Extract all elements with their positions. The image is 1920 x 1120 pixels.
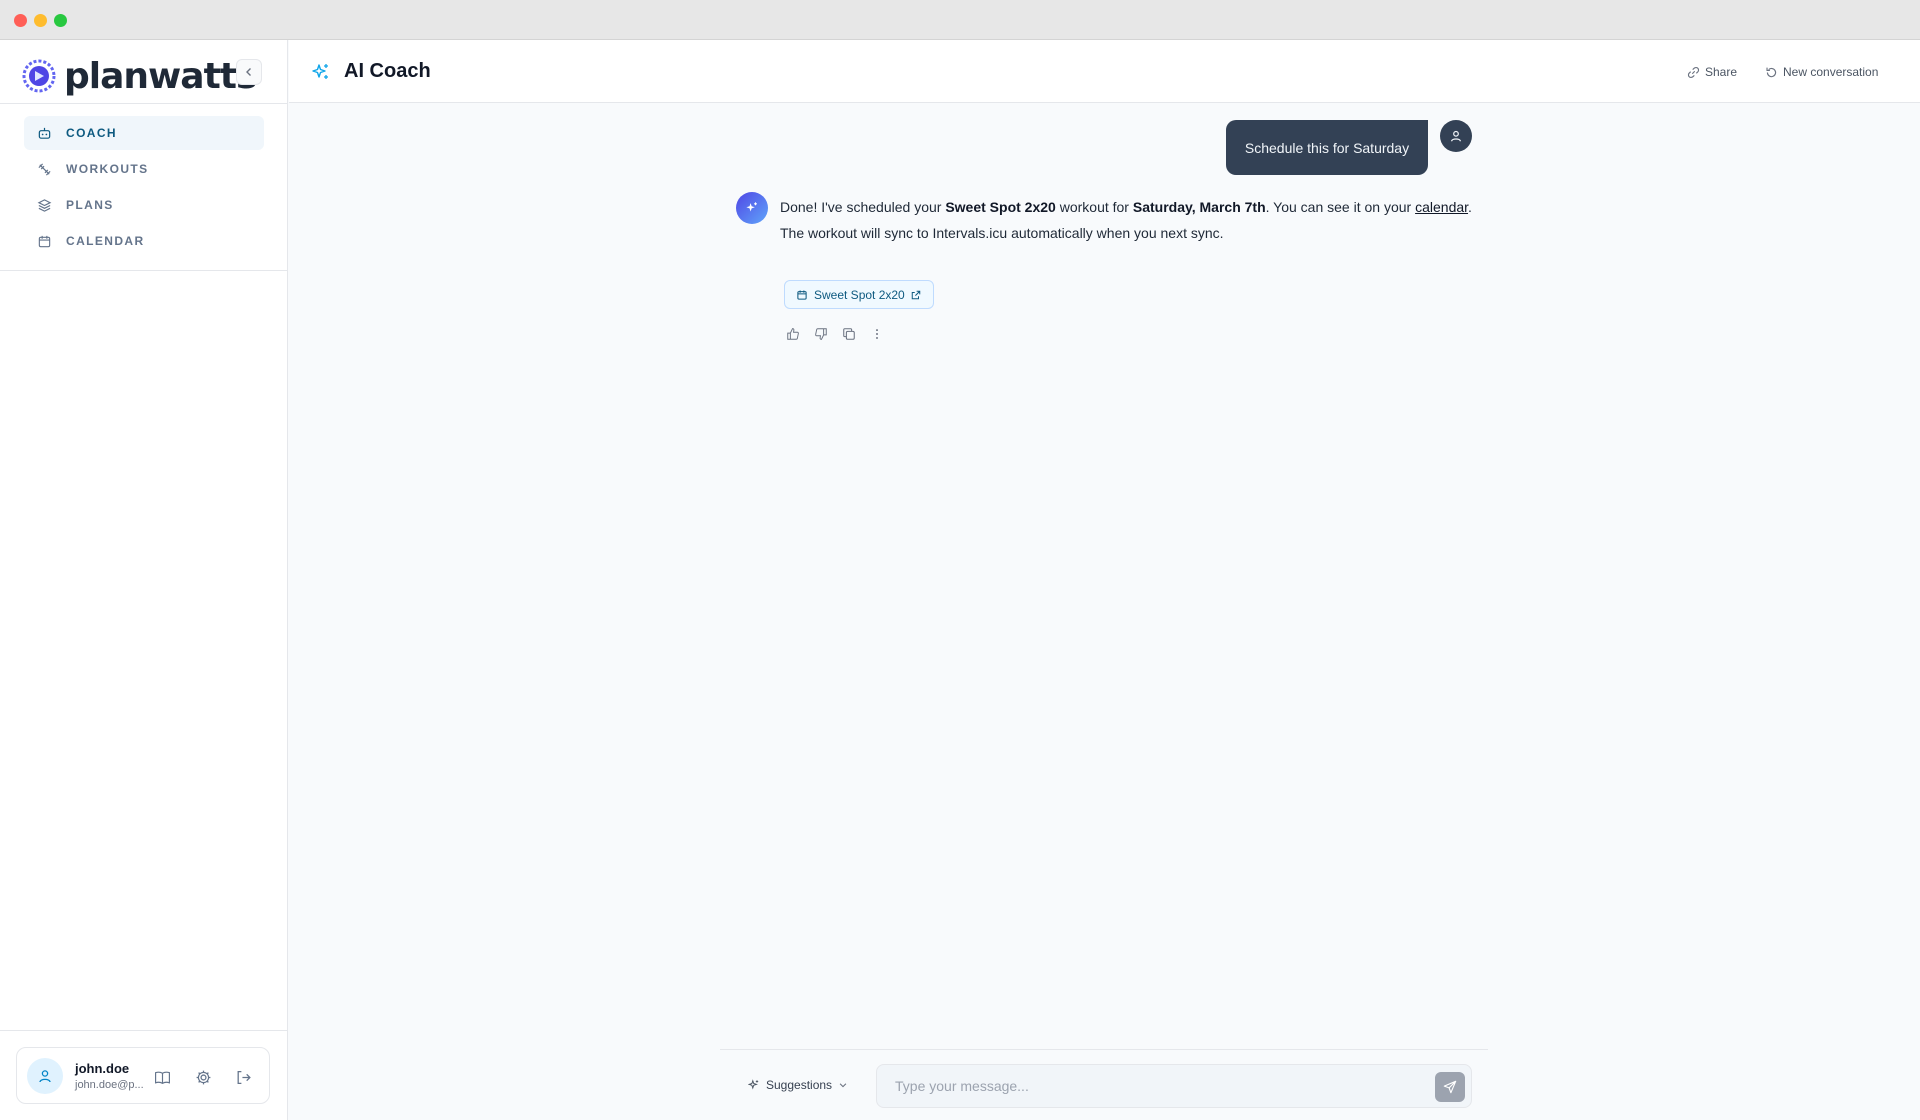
ai-message: Done! I've scheduled your Sweet Spot 2x2… [780, 196, 1480, 245]
brand-name: planwatts [64, 55, 257, 97]
external-link-icon [911, 290, 921, 300]
chevron-down-icon [838, 1080, 848, 1090]
share-label: Share [1705, 65, 1738, 79]
text-segment: . You can see it on your [1265, 199, 1416, 215]
text-segment: Done! I've scheduled your [780, 199, 946, 215]
workout-chip[interactable]: Sweet Spot 2x20 [784, 280, 934, 309]
robot-icon [36, 125, 52, 141]
minimize-window-button[interactable] [34, 14, 47, 27]
user-divider [0, 1030, 287, 1031]
copy-button[interactable] [840, 325, 858, 343]
sparkles-icon [746, 202, 757, 212]
sparkles-icon [311, 62, 331, 87]
settings-button[interactable] [192, 1066, 214, 1088]
sidebar-item-workouts[interactable]: WORKOUTS [24, 152, 264, 186]
book-open-icon [154, 1071, 170, 1084]
log-out-icon [237, 1070, 251, 1084]
calendar-icon [36, 233, 52, 249]
brand[interactable]: planwatts [22, 52, 257, 100]
message-composer: Suggestions [720, 1049, 1488, 1120]
close-window-button[interactable] [14, 14, 27, 27]
main-header: AI Coach Share New conversation [289, 40, 1920, 103]
sidebar-item-label: CALENDAR [66, 234, 145, 248]
calendar-icon [796, 289, 808, 301]
sidebar-item-plans[interactable]: PLANS [24, 188, 264, 222]
user-name: john.doe [75, 1061, 130, 1076]
more-options-button[interactable] [868, 325, 886, 343]
user-email: john.doe@p... [75, 1079, 144, 1091]
nav-divider [0, 270, 287, 271]
window-titlebar [0, 0, 1920, 40]
thumbs-down-icon [815, 328, 827, 340]
workout-name: Sweet Spot 2x20 [945, 199, 1056, 215]
suggestions-label: Suggestions [766, 1078, 833, 1092]
sidebar-item-coach[interactable]: COACH [24, 116, 264, 150]
sidebar-item-calendar[interactable]: CALENDAR [24, 224, 264, 258]
chevron-left-icon [246, 68, 251, 76]
user-card: john.doe john.doe@p... [16, 1047, 270, 1104]
more-vertical-icon [876, 329, 878, 339]
message-input[interactable] [876, 1064, 1472, 1108]
calendar-link[interactable]: calendar [1415, 199, 1468, 215]
new-conversation-label: New conversation [1783, 65, 1879, 79]
thumbs-up-button[interactable] [784, 325, 802, 343]
logout-button[interactable] [232, 1066, 254, 1088]
user-icon [39, 1070, 51, 1083]
sidebar-nav: COACH WORKOUTS PLANS CALENDAR [24, 116, 264, 260]
share-button[interactable]: Share [1687, 62, 1737, 82]
layers-icon [36, 197, 52, 213]
thumbs-down-button[interactable] [812, 325, 830, 343]
user-message-bubble: Schedule this for Saturday [1226, 120, 1428, 175]
collapse-sidebar-button[interactable] [236, 59, 262, 85]
gear-icon [196, 1070, 210, 1084]
user-message-avatar [1440, 120, 1472, 152]
sidebar: planwatts COACH WORKOUTS PLANS CALENDAR … [0, 40, 288, 1120]
user-icon [1451, 130, 1461, 142]
zoom-window-button[interactable] [54, 14, 67, 27]
sidebar-item-label: WORKOUTS [66, 162, 149, 176]
message-actions [784, 325, 896, 343]
workout-chip-label: Sweet Spot 2x20 [814, 287, 905, 302]
app-window: planwatts COACH WORKOUTS PLANS CALENDAR … [0, 0, 1920, 1120]
dumbbell-icon [36, 161, 52, 177]
send-icon [1443, 1080, 1457, 1094]
page-title: AI Coach [344, 60, 431, 82]
sidebar-divider [0, 103, 287, 104]
avatar[interactable] [27, 1058, 63, 1094]
docs-button[interactable] [151, 1066, 173, 1088]
copy-icon [843, 328, 855, 340]
planwatts-logo-icon [22, 59, 56, 93]
link-icon [1687, 66, 1700, 79]
thumbs-up-icon [787, 328, 799, 340]
new-conversation-button[interactable]: New conversation [1765, 62, 1878, 82]
sparkles-icon [748, 1079, 760, 1091]
refresh-icon [1765, 66, 1778, 79]
suggestions-button[interactable]: Suggestions [748, 1078, 848, 1092]
text-segment: workout for [1055, 199, 1133, 215]
sidebar-item-label: PLANS [66, 198, 114, 212]
text-segment: . [1468, 199, 1472, 215]
ai-message-paragraph: The workout will sync to Intervals.icu a… [780, 225, 1224, 241]
scheduled-date: Saturday, March 7th [1132, 199, 1266, 215]
sidebar-item-label: COACH [66, 126, 117, 140]
ai-message-paragraph: Done! I've scheduled your Sweet Spot 2x2… [780, 196, 1480, 219]
ai-coach-avatar [736, 192, 768, 224]
send-button[interactable] [1435, 1072, 1465, 1102]
